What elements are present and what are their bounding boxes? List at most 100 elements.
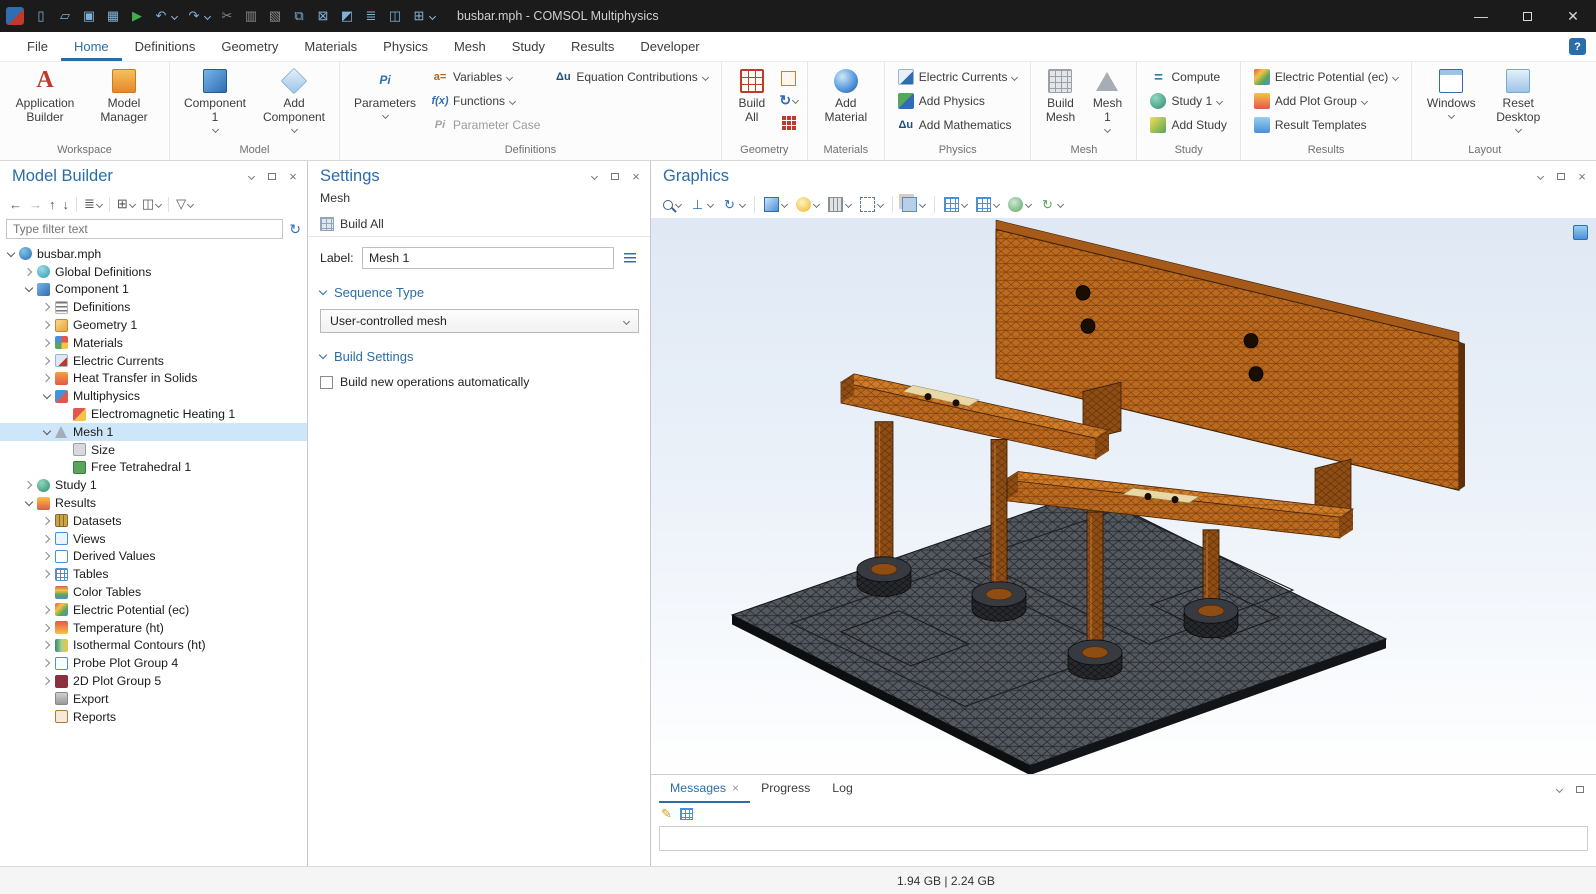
minimize-button[interactable]: — (1458, 0, 1504, 32)
menu-definitions[interactable]: Definitions (122, 32, 209, 61)
rotate-button[interactable]: ↻ (718, 194, 749, 216)
tree-item-busbar[interactable]: busbar.mph (0, 245, 307, 263)
back-icon[interactable]: ← (6, 194, 25, 214)
save-icon[interactable]: ▣ (78, 5, 100, 27)
new-file-icon[interactable]: ▯ (30, 5, 52, 27)
customize-toolbar-icon[interactable] (429, 12, 436, 19)
chevron-right-icon[interactable] (40, 301, 53, 314)
application-builder-button[interactable]: A Application Builder (7, 66, 83, 132)
menu-geometry[interactable]: Geometry (208, 32, 291, 61)
chevron-down-icon[interactable] (22, 283, 35, 296)
chevron-right-icon[interactable] (22, 479, 35, 492)
view-settings-button[interactable] (760, 194, 791, 216)
clear-messages-icon[interactable]: ✎ (661, 806, 672, 822)
copy-icon[interactable]: ▥ (240, 5, 262, 27)
close-panel-icon[interactable] (630, 170, 642, 182)
menu-study[interactable]: Study (499, 32, 558, 61)
tree-item-probe-plot-group[interactable]: Probe Plot Group 4 (0, 654, 307, 672)
sequence-type-select[interactable]: User-controlled mesh (320, 309, 639, 333)
redo-caret-icon[interactable] (204, 12, 211, 19)
tree-item-isothermal-contours[interactable]: Isothermal Contours (ht) (0, 637, 307, 655)
tree-item-multiphysics[interactable]: Multiphysics (0, 387, 307, 405)
model-tree-view-icon[interactable]: ⊞ (114, 194, 138, 214)
3d-viewport[interactable] (651, 218, 1596, 774)
chevron-right-icon[interactable] (40, 354, 53, 367)
paste-icon[interactable]: ▧ (264, 5, 286, 27)
menu-file[interactable]: File (14, 32, 61, 61)
tree-item-datasets[interactable]: Datasets (0, 512, 307, 530)
result-templates-button[interactable]: Result Templates (1248, 114, 1404, 136)
chevron-right-icon[interactable] (40, 319, 53, 332)
maximize-button[interactable] (1504, 0, 1550, 32)
add-component-button[interactable]: Add Component (256, 66, 332, 135)
chevron-right-icon[interactable] (40, 657, 53, 670)
transparency-button[interactable] (898, 194, 929, 216)
functions-button[interactable]: f(x) Functions (426, 90, 546, 112)
delete-icon[interactable]: ⊠ (312, 5, 334, 27)
close-panel-icon[interactable] (287, 170, 299, 182)
menu-developer[interactable]: Developer (627, 32, 712, 61)
tree-item-materials[interactable]: Materials (0, 334, 307, 352)
tree-item-study-1[interactable]: Study 1 (0, 476, 307, 494)
float-panel-icon[interactable] (609, 170, 621, 182)
tree-item-global-definitions[interactable]: Global Definitions (0, 263, 307, 281)
panel-menu-icon[interactable] (245, 170, 257, 182)
tree-item-reports[interactable]: Reports (0, 708, 307, 726)
sequence-type-section[interactable]: Sequence Type (320, 285, 638, 300)
tree-item-free-tetrahedral[interactable]: Free Tetrahedral 1 (0, 459, 307, 477)
undo-icon[interactable]: ↶ (150, 5, 172, 27)
chevron-right-icon[interactable] (40, 514, 53, 527)
chevron-down-icon[interactable] (4, 247, 17, 260)
chevron-right-icon[interactable] (40, 621, 53, 634)
geometry-build-all-button[interactable]: Build All (729, 66, 775, 128)
cut-icon[interactable]: ✂ (216, 5, 238, 27)
chevron-right-icon[interactable] (40, 550, 53, 563)
close-panel-icon[interactable] (1576, 170, 1588, 182)
tree-item-electromagnetic-heating[interactable]: Electromagnetic Heating 1 (0, 405, 307, 423)
chevron-right-icon[interactable] (40, 568, 53, 581)
reset-desktop-button[interactable]: Reset Desktop (1486, 66, 1550, 135)
plot-settings-button[interactable] (940, 194, 971, 216)
chevron-down-icon[interactable] (40, 425, 53, 438)
redo-icon[interactable]: ↷ (183, 5, 205, 27)
tree-item-derived-values[interactable]: Derived Values (0, 548, 307, 566)
float-panel-icon[interactable] (266, 170, 278, 182)
zoom-button[interactable] (659, 194, 685, 216)
chevron-right-icon[interactable] (40, 639, 53, 652)
menu-materials[interactable]: Materials (291, 32, 370, 61)
electric-potential-button[interactable]: Electric Potential (ec) (1248, 66, 1404, 88)
table-icon[interactable] (680, 808, 693, 820)
tree-item-views[interactable]: Views (0, 530, 307, 548)
import-geometry-button[interactable] (778, 68, 800, 88)
tree-item-tables[interactable]: Tables (0, 565, 307, 583)
compute-icon[interactable]: ≣ (360, 5, 382, 27)
update-button[interactable]: ↻ (1036, 194, 1067, 216)
tree-item-heat-transfer[interactable]: Heat Transfer in Solids (0, 370, 307, 388)
chevron-right-icon[interactable] (40, 336, 53, 349)
tree-item-export[interactable]: Export (0, 690, 307, 708)
float-panel-icon[interactable] (1555, 170, 1567, 182)
add-physics-button[interactable]: Add Physics (892, 90, 1024, 112)
run-icon[interactable]: ▶ (126, 5, 148, 27)
tab-progress[interactable]: Progress (750, 775, 821, 803)
equation-contributions-button[interactable]: Δu Equation Contributions (549, 66, 713, 88)
label-input[interactable] (362, 247, 614, 269)
panel-menu-icon[interactable] (1553, 783, 1565, 795)
chevron-right-icon[interactable] (40, 675, 53, 688)
tree-item-mesh-1[interactable]: Mesh 1 (0, 423, 307, 441)
save-as-icon[interactable]: ▦ (102, 5, 124, 27)
component-1-button[interactable]: Component 1 (177, 66, 253, 135)
plot-tools-icon[interactable] (1573, 225, 1588, 240)
plot-icon[interactable]: ⊞ (408, 5, 430, 27)
tree-item-geometry-1[interactable]: Geometry 1 (0, 316, 307, 334)
tree-item-size[interactable]: Size (0, 441, 307, 459)
chevron-down-icon[interactable] (22, 497, 35, 510)
node-grouping-icon[interactable]: ◫ (139, 194, 164, 214)
build-all-button[interactable]: Build All (340, 217, 384, 231)
tree-item-temperature[interactable]: Temperature (ht) (0, 619, 307, 637)
filter-input[interactable] (6, 219, 283, 239)
float-panel-icon[interactable] (1574, 783, 1586, 795)
help-icon[interactable] (1569, 38, 1586, 55)
open-file-icon[interactable]: ▱ (54, 5, 76, 27)
go-to-view-button[interactable]: ⊥ (686, 194, 717, 216)
